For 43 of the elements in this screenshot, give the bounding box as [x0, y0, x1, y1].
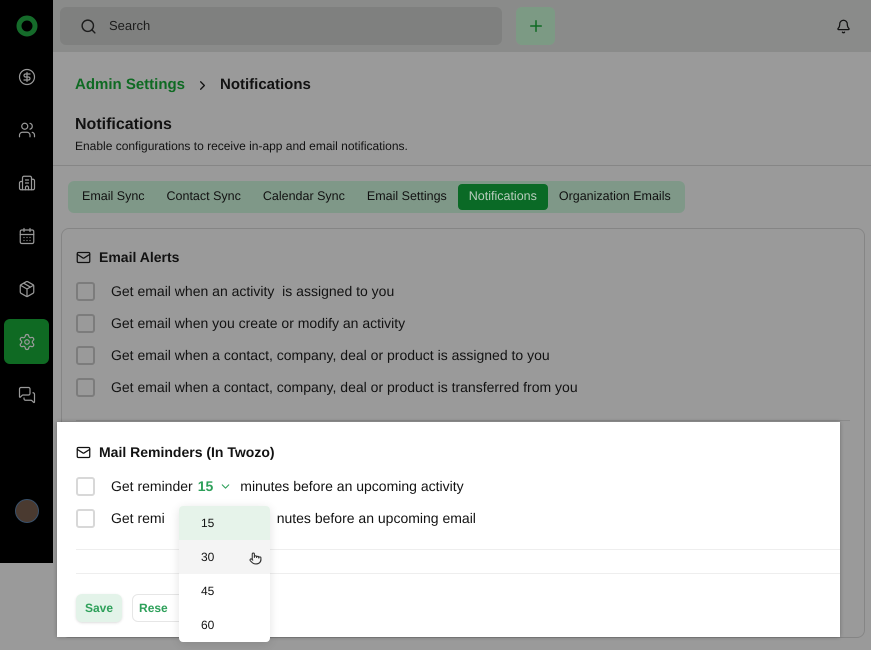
pointer-icon [249, 552, 262, 564]
reminder-text: nutes before an upcoming email [276, 509, 476, 528]
tab[interactable]: Contact Sync [156, 184, 252, 210]
bell-icon[interactable] [836, 18, 851, 34]
option-label: Get email when a contact, company, deal or product is transferred from you [111, 378, 578, 397]
section-title: Mail Reminders (In Twozo) [99, 442, 275, 462]
search-input[interactable]: Search [109, 16, 409, 36]
reminder-text: minutes before an upcoming activity [240, 477, 464, 496]
mail-icon [76, 250, 91, 264]
page-subtitle: Enable configurations to receive in-app and email notifications. [75, 138, 409, 154]
minutes-select[interactable]: 15 [198, 476, 232, 497]
dropdown-option[interactable]: 30 [179, 540, 270, 574]
settings-icon [18, 332, 36, 350]
tab[interactable]: Notifications [458, 184, 548, 210]
tab[interactable]: Calendar Sync [252, 184, 356, 210]
section-title: Email Alerts [99, 248, 180, 266]
page-title: Notifications [75, 114, 173, 134]
checkbox[interactable] [76, 346, 95, 365]
tab[interactable]: Organization Emails [548, 184, 682, 210]
breadcrumb-current: Notifications [220, 75, 311, 95]
reminder-text: Get reminder [111, 477, 193, 496]
search-icon [80, 18, 97, 34]
mail-icon [76, 444, 91, 460]
dollar-icon [18, 68, 36, 86]
checkbox[interactable] [76, 282, 95, 301]
dropdown-option[interactable]: 15 [179, 506, 270, 540]
avatar[interactable] [14, 499, 38, 523]
search-field[interactable]: Search [60, 7, 502, 45]
option-label: Get email when an activity is assigned to you [111, 282, 394, 301]
add-button[interactable] [516, 7, 555, 45]
building-icon [18, 174, 36, 192]
box-icon [18, 280, 36, 298]
tab[interactable]: Email Sync [71, 184, 156, 210]
chat-icon [18, 386, 36, 404]
tab[interactable]: Email Settings [356, 184, 458, 210]
checkbox[interactable] [76, 378, 95, 397]
checkbox[interactable] [76, 314, 95, 333]
reminder-text: Get remi [111, 509, 165, 528]
calendar-icon [18, 226, 36, 244]
users-icon [18, 120, 36, 138]
logo-icon [16, 15, 38, 37]
option-label: Get email when a contact, company, deal or product is assigned to you [111, 346, 550, 365]
option-label: Get email when you create or modify an activity [111, 314, 406, 333]
